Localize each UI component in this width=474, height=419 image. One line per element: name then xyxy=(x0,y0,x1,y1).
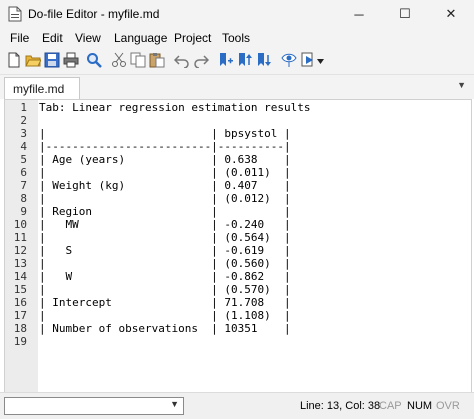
line-text[interactable]: | Age (years) | 0.638 | xyxy=(39,153,291,166)
preview-icon[interactable] xyxy=(281,52,297,68)
line-number: 17 xyxy=(13,309,27,322)
copy-icon[interactable] xyxy=(130,52,146,68)
minimize-button[interactable]: ─ xyxy=(336,0,382,28)
new-file-icon[interactable] xyxy=(6,52,22,68)
line-number: 14 xyxy=(13,270,27,283)
undo-icon[interactable] xyxy=(174,52,190,68)
editor-text-area[interactable]: 1 Tab: Linear regression estimation resul… xyxy=(5,101,471,348)
line-text[interactable]: | Intercept | 71.708 | xyxy=(39,296,291,309)
chevron-down-icon[interactable]: ▼ xyxy=(170,399,179,409)
line-number: 5 xyxy=(20,153,27,166)
execute-dropdown-icon[interactable] xyxy=(316,56,325,72)
caps-lock-indicator: CAP xyxy=(379,400,402,412)
line-text[interactable]: | | bpsystol | xyxy=(39,127,291,140)
title-bar: Do-file Editor - myfile.md ─ ☐ ✕ xyxy=(0,0,474,28)
line-number: 6 xyxy=(20,166,27,179)
tab-label: myfile.md xyxy=(13,82,65,96)
code-line[interactable]: 4 |-------------------------|----------| xyxy=(5,140,471,153)
code-line[interactable]: 1 Tab: Linear regression estimation resul… xyxy=(5,101,471,114)
menu-language[interactable]: Language xyxy=(114,31,167,45)
line-text[interactable]: | | (0.011) | xyxy=(39,166,291,179)
num-lock-indicator: NUM xyxy=(407,400,433,412)
line-text[interactable]: | MW | -0.240 | xyxy=(39,218,291,231)
line-number: 8 xyxy=(20,192,27,205)
line-text[interactable]: | S | -0.619 | xyxy=(39,244,291,257)
line-number: 2 xyxy=(20,114,27,127)
code-line[interactable]: 11 | | (0.564) | xyxy=(5,231,471,244)
line-text[interactable]: |-------------------------|----------| xyxy=(39,140,291,153)
line-number: 3 xyxy=(20,127,27,140)
line-number: 4 xyxy=(20,140,27,153)
menu-view[interactable]: View xyxy=(75,31,101,45)
line-text[interactable]: | W | -0.862 | xyxy=(39,270,291,283)
line-number: 13 xyxy=(13,257,27,270)
code-line[interactable]: 15 | | (0.570) | xyxy=(5,283,471,296)
line-text[interactable]: | Number of observations | 10351 | xyxy=(39,322,291,335)
code-line[interactable]: 18 | Number of observations | 10351 | xyxy=(5,322,471,335)
code-line[interactable]: 2 xyxy=(5,114,471,127)
document-app-icon xyxy=(8,6,22,22)
line-number: 11 xyxy=(13,231,27,244)
code-line[interactable]: 3 | | bpsystol | xyxy=(5,127,471,140)
toolbar xyxy=(0,48,474,75)
open-folder-icon[interactable] xyxy=(25,52,41,68)
execute-icon[interactable] xyxy=(300,52,316,68)
cursor-position: Line: 13, Col: 38 xyxy=(300,400,381,412)
menu-file[interactable]: File xyxy=(10,31,29,45)
redo-icon[interactable] xyxy=(193,52,209,68)
paste-icon[interactable] xyxy=(149,52,165,68)
tab-myfile[interactable]: myfile.md xyxy=(4,77,80,100)
code-line[interactable]: 16 | Intercept | 71.708 | xyxy=(5,296,471,309)
line-text[interactable]: | Region | | xyxy=(39,205,291,218)
line-text[interactable]: | | (0.560) | xyxy=(39,257,291,270)
line-text[interactable]: Tab: Linear regression estimation result… xyxy=(39,101,311,114)
line-text[interactable]: | | (1.108) | xyxy=(39,309,291,322)
line-number: 10 xyxy=(13,218,27,231)
print-icon[interactable] xyxy=(63,52,79,68)
line-text[interactable]: | Weight (kg) | 0.407 | xyxy=(39,179,291,192)
maximize-button[interactable]: ☐ xyxy=(382,0,428,28)
code-line[interactable]: 9 | Region | | xyxy=(5,205,471,218)
command-select[interactable]: ▼ xyxy=(4,397,184,415)
code-line[interactable]: 19 xyxy=(5,335,471,348)
cut-icon[interactable] xyxy=(111,52,127,68)
menu-bar: File Edit View Language Project Tools xyxy=(0,28,474,48)
code-line[interactable]: 14 | W | -0.862 | xyxy=(5,270,471,283)
code-line[interactable]: 5 | Age (years) | 0.638 | xyxy=(5,153,471,166)
line-text[interactable]: | | (0.570) | xyxy=(39,283,291,296)
line-number: 18 xyxy=(13,322,27,335)
code-line[interactable]: 8 | | (0.012) | xyxy=(5,192,471,205)
line-number: 12 xyxy=(13,244,27,257)
menu-edit[interactable]: Edit xyxy=(42,31,63,45)
code-line[interactable]: 12 | S | -0.619 | xyxy=(5,244,471,257)
line-number: 9 xyxy=(20,205,27,218)
save-icon[interactable] xyxy=(44,52,60,68)
line-number: 7 xyxy=(20,179,27,192)
code-editor[interactable]: 1 Tab: Linear regression estimation resul… xyxy=(4,99,472,393)
code-line[interactable]: 7 | Weight (kg) | 0.407 | xyxy=(5,179,471,192)
line-text[interactable]: | | (0.564) | xyxy=(39,231,291,244)
close-button[interactable]: ✕ xyxy=(428,0,474,28)
code-line[interactable]: 13 | | (0.560) | xyxy=(5,257,471,270)
tab-list-dropdown[interactable]: ▼ xyxy=(457,80,466,90)
code-line[interactable]: 17 | | (1.108) | xyxy=(5,309,471,322)
line-number: 19 xyxy=(13,335,27,348)
bookmark-toggle-icon[interactable] xyxy=(218,52,234,68)
line-number: 15 xyxy=(13,283,27,296)
menu-tools[interactable]: Tools xyxy=(222,31,250,45)
overwrite-indicator: OVR xyxy=(436,400,460,412)
code-line[interactable]: 6 | | (0.011) | xyxy=(5,166,471,179)
window-title: Do-file Editor - myfile.md xyxy=(28,7,160,21)
status-bar: ▼ Line: 13, Col: 38 CAP NUM OVR xyxy=(0,392,474,419)
bookmark-prev-icon[interactable] xyxy=(237,52,253,68)
line-number: 16 xyxy=(13,296,27,309)
line-number: 1 xyxy=(20,101,27,114)
code-line[interactable]: 10 | MW | -0.240 | xyxy=(5,218,471,231)
tab-bar: myfile.md ▼ xyxy=(0,75,474,100)
menu-project[interactable]: Project xyxy=(174,31,211,45)
line-text[interactable]: | | (0.012) | xyxy=(39,192,291,205)
bookmark-next-icon[interactable] xyxy=(256,52,272,68)
find-icon[interactable] xyxy=(86,52,102,68)
